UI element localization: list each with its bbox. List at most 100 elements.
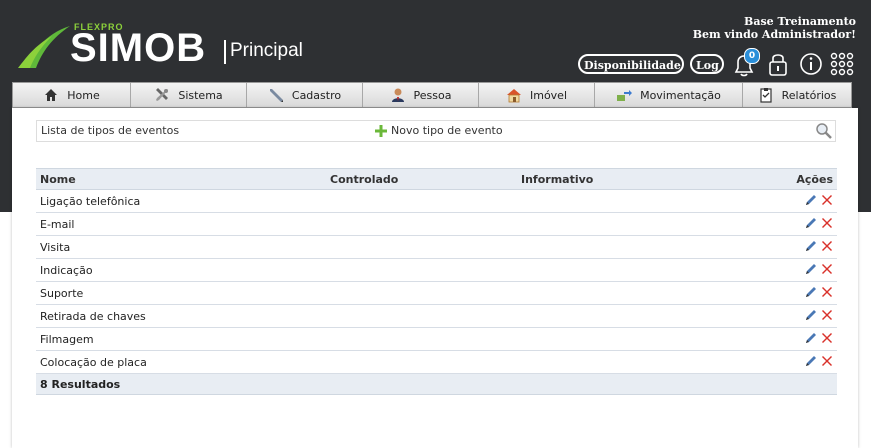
delete-x-icon[interactable] (821, 217, 833, 229)
module-name: Principal (230, 40, 303, 61)
row-controlado (326, 327, 517, 351)
edit-pencil-icon[interactable] (805, 240, 817, 252)
row-controlado (326, 350, 517, 374)
pen-icon (269, 89, 283, 102)
row-informativo (517, 189, 789, 213)
delete-x-icon[interactable] (821, 286, 833, 298)
col-nome[interactable]: Nome (36, 168, 326, 190)
availability-button[interactable]: Disponibilidade (578, 54, 684, 74)
nav-label-pessoa: Pessoa (413, 88, 452, 102)
list-toolbar: Lista de tipos de eventos Novo tipo de e… (36, 120, 836, 142)
row-informativo (517, 258, 789, 282)
col-acoes: Ações (789, 168, 837, 190)
row-actions (789, 212, 837, 236)
row-name: Ligação telefônica (36, 189, 326, 213)
row-actions (789, 235, 837, 259)
person-icon (391, 88, 404, 102)
event-types-table: Nome Controlado Informativo Ações Ligaçã… (36, 168, 837, 395)
nav-home[interactable]: Home (13, 83, 131, 107)
delete-x-icon[interactable] (821, 240, 833, 252)
col-informativo[interactable]: Informativo (517, 168, 789, 190)
row-name: Indicação (36, 258, 326, 282)
row-name: Suporte (36, 281, 326, 305)
results-count: 8 Resultados (36, 373, 837, 395)
row-actions (789, 304, 837, 328)
table-row: Ligação telefônica (36, 189, 837, 213)
simob-logo[interactable]: FLEXPRO SIMOB Principal (18, 22, 318, 72)
transfer-icon (617, 90, 633, 101)
edit-pencil-icon[interactable] (805, 332, 817, 344)
clipboard-icon (759, 88, 772, 103)
edit-pencil-icon[interactable] (805, 263, 817, 275)
nav-label-cadastro: Cadastro (291, 88, 342, 102)
nav-movimentacao[interactable]: Movimentação (595, 83, 743, 107)
info-icon[interactable] (797, 50, 825, 78)
table-row: Filmagem (36, 327, 837, 351)
table-row: E-mail (36, 212, 837, 236)
welcome-text: Bem vindo Administrador! (692, 28, 856, 41)
edit-pencil-icon[interactable] (805, 286, 817, 298)
nav-cadastro[interactable]: Cadastro (247, 83, 363, 107)
row-name: Colocação de placa (36, 350, 326, 374)
list-title: Lista de tipos de eventos (41, 124, 180, 137)
edit-pencil-icon[interactable] (805, 309, 817, 321)
tools-icon (156, 88, 169, 101)
table-row: Visita (36, 235, 837, 259)
new-event-type-label: Novo tipo de evento (391, 124, 503, 137)
home-icon (45, 89, 58, 101)
main-nav: Home Sistema Cadastro Pessoa Imóvel Movi… (12, 82, 852, 108)
row-controlado (326, 212, 517, 236)
nav-imovel[interactable]: Imóvel (479, 83, 595, 107)
plus-icon (375, 124, 387, 137)
row-name: Filmagem (36, 327, 326, 351)
row-informativo (517, 304, 789, 328)
search-icon[interactable] (815, 122, 833, 140)
col-controlado[interactable]: Controlado (326, 168, 517, 190)
delete-x-icon[interactable] (821, 355, 833, 367)
edit-pencil-icon[interactable] (805, 217, 817, 229)
org-name: Base Treinamento (744, 15, 856, 28)
row-name: Retirada de chaves (36, 304, 326, 328)
lock-icon[interactable] (764, 50, 792, 78)
row-informativo (517, 281, 789, 305)
row-controlado (326, 235, 517, 259)
edit-pencil-icon[interactable] (805, 194, 817, 206)
row-name: E-mail (36, 212, 326, 236)
row-informativo (517, 212, 789, 236)
row-controlado (326, 281, 517, 305)
row-actions (789, 189, 837, 213)
delete-x-icon[interactable] (821, 309, 833, 321)
nav-pessoa[interactable]: Pessoa (363, 83, 479, 107)
row-informativo (517, 235, 789, 259)
row-controlado (326, 189, 517, 213)
nav-label-imovel: Imóvel (529, 88, 568, 102)
new-event-type-button[interactable]: Novo tipo de evento (375, 124, 503, 137)
row-informativo (517, 327, 789, 351)
nav-label-movimentacao: Movimentação (640, 88, 721, 102)
content-panel: Lista de tipos de eventos Novo tipo de e… (12, 108, 858, 448)
edit-pencil-icon[interactable] (805, 355, 817, 367)
delete-x-icon[interactable] (821, 194, 833, 206)
delete-x-icon[interactable] (821, 263, 833, 275)
table-header-row: Nome Controlado Informativo Ações (36, 168, 837, 190)
nav-relatorios[interactable]: Relatórios (743, 83, 851, 107)
brand-separator (224, 40, 226, 64)
table-row: Retirada de chaves (36, 304, 837, 328)
house-icon (506, 89, 521, 103)
log-button[interactable]: Log (690, 54, 724, 74)
nav-label-sistema: Sistema (178, 88, 223, 102)
brand-name: SIMOB (70, 26, 207, 70)
results-row: 8 Resultados (36, 373, 837, 395)
nav-label-home: Home (67, 88, 100, 102)
user-greeting: Base Treinamento Bem vindo Administrador… (693, 15, 856, 41)
row-informativo (517, 350, 789, 374)
delete-x-icon[interactable] (821, 332, 833, 344)
row-actions (789, 350, 837, 374)
row-actions (789, 327, 837, 351)
row-controlado (326, 304, 517, 328)
table-row: Suporte (36, 281, 837, 305)
row-actions (789, 281, 837, 305)
row-name: Visita (36, 235, 326, 259)
nav-sistema[interactable]: Sistema (131, 83, 247, 107)
apps-grid-icon[interactable] (828, 50, 856, 78)
